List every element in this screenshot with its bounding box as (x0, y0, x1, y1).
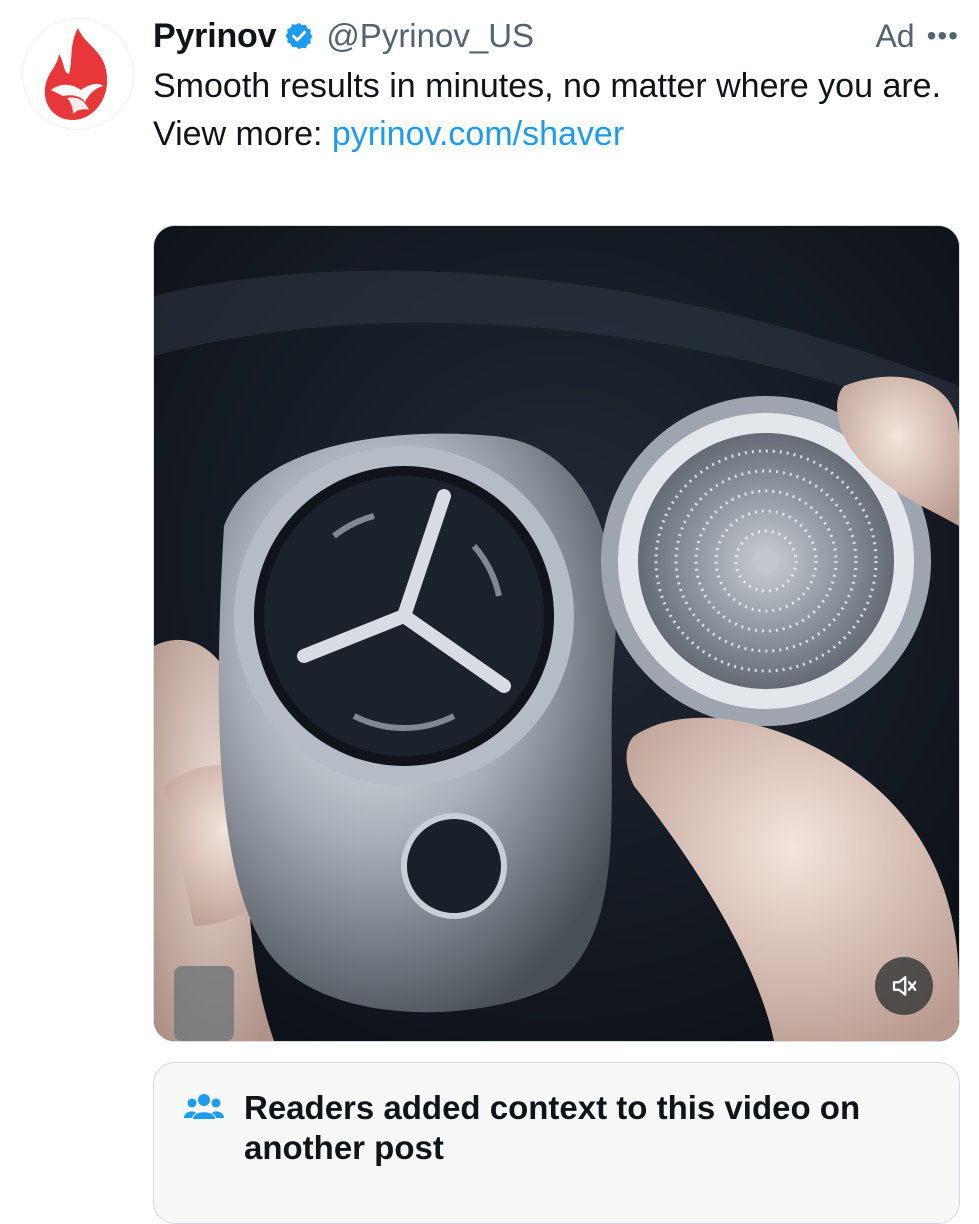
video-frame (154, 226, 959, 1041)
context-note-text: Readers added context to this video on a… (244, 1089, 861, 1166)
post-body: Smooth results in minutes, no matter whe… (153, 67, 942, 105)
verified-badge-icon[interactable] (284, 21, 314, 51)
more-options-icon[interactable]: ••• (927, 20, 959, 52)
post-header: Pyrinov @Pyrinov_US Ad ••• (153, 14, 959, 58)
speaker-muted-icon (892, 976, 917, 996)
pyrinov-logo-icon (44, 28, 108, 120)
user-handle[interactable]: @Pyrinov_US (326, 17, 534, 55)
post-link[interactable]: pyrinov.com/shaver (332, 115, 624, 153)
mute-button[interactable] (875, 957, 933, 1015)
view-more-prefix: View more: (153, 115, 332, 153)
avatar[interactable] (22, 18, 134, 130)
people-icon (184, 1094, 224, 1119)
display-name[interactable]: Pyrinov (153, 17, 277, 56)
ad-label: Ad (875, 17, 915, 54)
video-player[interactable] (153, 225, 960, 1042)
post-text: Smooth results in minutes, no matter whe… (153, 62, 963, 158)
view-more-line: View more: pyrinov.com/shaver (153, 110, 963, 158)
